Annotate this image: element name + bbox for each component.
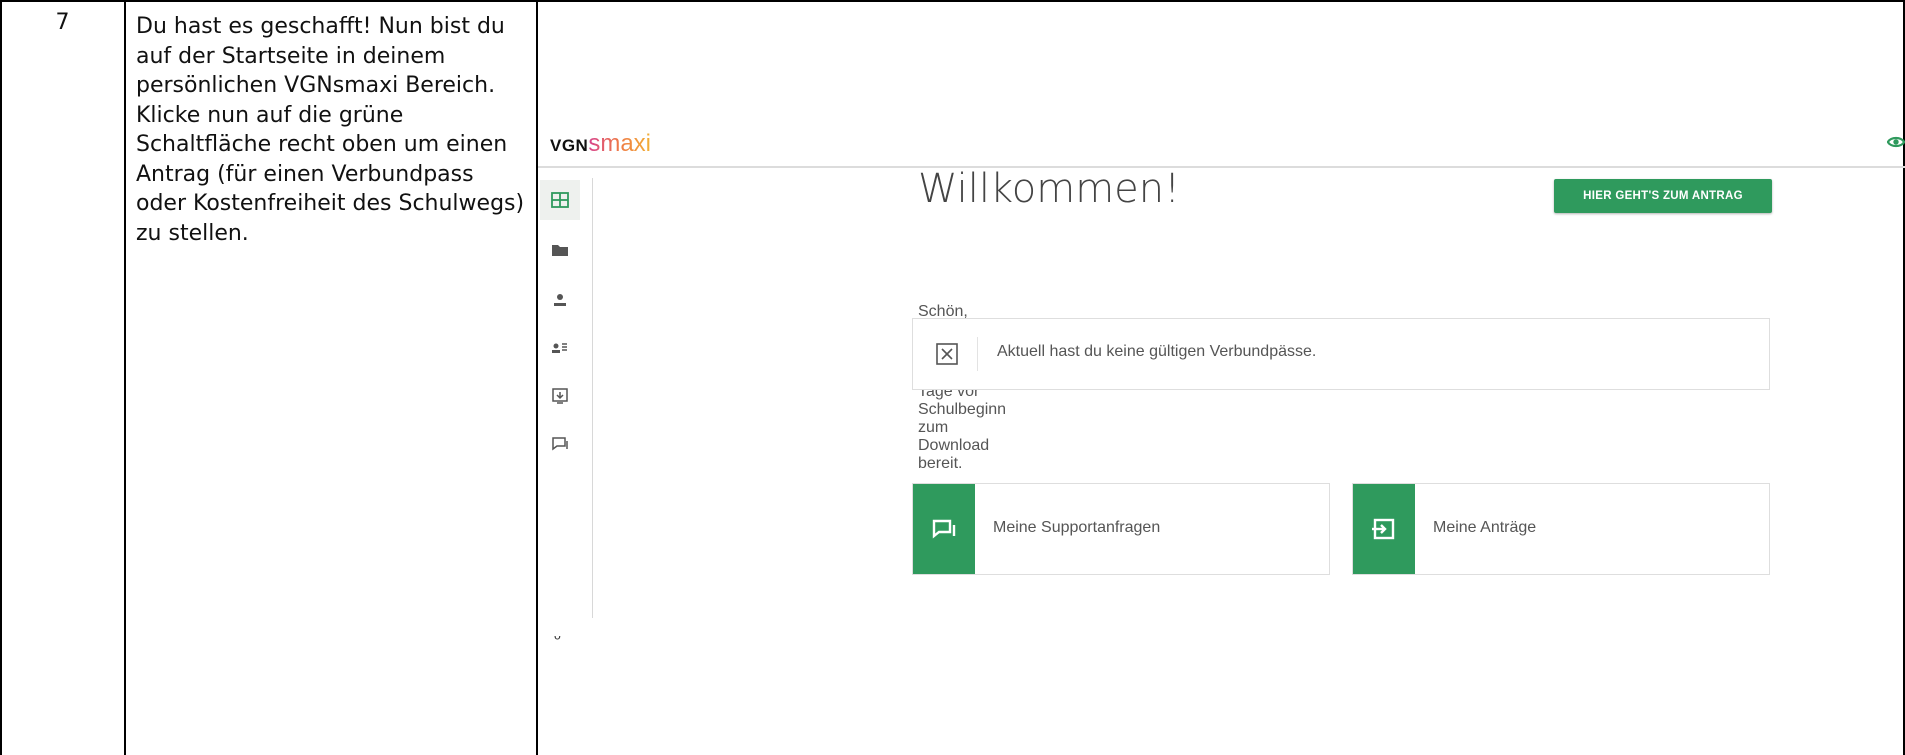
application-enter-icon — [1372, 518, 1395, 540]
notice-divider — [977, 337, 978, 371]
download-icon — [552, 388, 568, 404]
sidebar-item-contacts[interactable] — [540, 328, 580, 368]
sidebar-item-support[interactable] — [540, 424, 580, 464]
table-top-border — [0, 0, 1905, 2]
chat-icon — [552, 437, 568, 451]
start-application-button[interactable]: HIER GEHT'S ZUM ANTRAG — [1554, 179, 1772, 213]
card-support-requests[interactable]: Meine Supportanfragen — [912, 483, 1330, 575]
table-left-border — [0, 0, 2, 755]
sidebar-item-profile[interactable] — [540, 280, 580, 320]
header-divider — [538, 166, 1905, 168]
card-icon-box — [1353, 484, 1415, 574]
sidebar-item-dashboard[interactable] — [540, 180, 580, 220]
document-table: 7 Du hast es geschafft! Nun bist du auf … — [0, 0, 1905, 755]
embedded-screenshot: VGNsmaxi ᵕ Willkommen! HIER GEHT'S ZUM A… — [538, 112, 1905, 755]
sidebar — [538, 178, 593, 618]
no-passes-notice: Aktuell hast du keine gültigen Verbundpä… — [912, 318, 1770, 390]
page-title: Willkommen! — [918, 166, 1181, 212]
folder-icon — [552, 245, 568, 256]
sidebar-item-download[interactable] — [540, 376, 580, 416]
close-box-icon — [936, 343, 958, 365]
card-my-applications[interactable]: Meine Anträge — [1352, 483, 1770, 575]
vgn-smaxi-logo[interactable]: VGNsmaxi — [550, 130, 651, 158]
card-label: Meine Anträge — [1433, 519, 1537, 536]
sidebar-scroll-indicator: ᵕ — [554, 628, 561, 648]
notice-text: Aktuell hast du keine gültigen Verbundpä… — [997, 343, 1317, 360]
step-number: 7 — [55, 10, 70, 35]
eye-icon[interactable] — [1887, 133, 1905, 151]
support-chat-icon — [932, 519, 956, 539]
dashboard-icon — [551, 192, 569, 208]
table-column-divider-1 — [124, 0, 126, 755]
logo-vgn-text: VGN — [550, 136, 589, 155]
logo-smaxi-text: smaxi — [588, 130, 652, 157]
card-icon-box — [913, 484, 975, 574]
step-instruction: Du hast es geschafft! Nun bist du auf de… — [136, 14, 525, 246]
person-icon — [554, 294, 566, 306]
person-list-icon — [552, 343, 567, 353]
sidebar-item-folder[interactable] — [540, 230, 580, 270]
card-label: Meine Supportanfragen — [993, 519, 1161, 536]
